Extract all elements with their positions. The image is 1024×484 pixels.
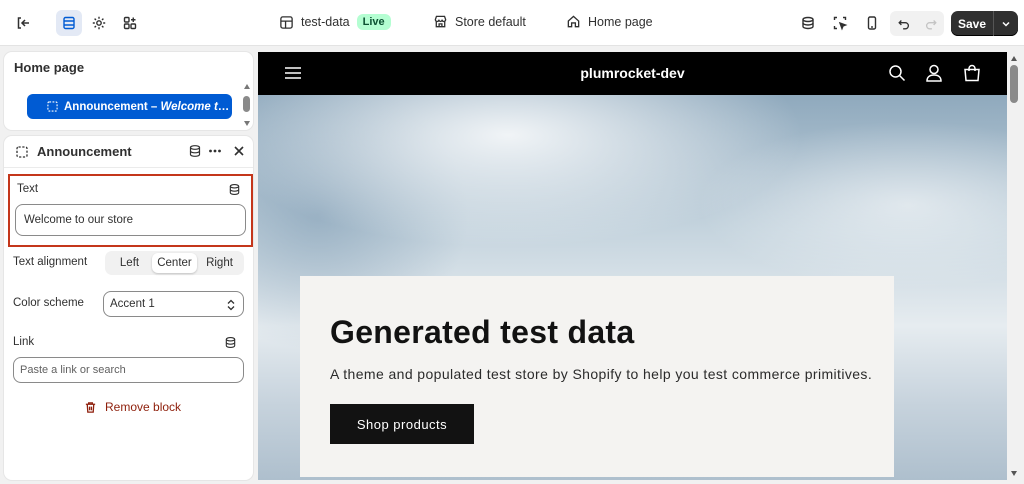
scroll-down-arrow[interactable] xyxy=(244,121,250,126)
hero-banner: Generated test data A theme and populate… xyxy=(258,95,1007,480)
sections-icon xyxy=(63,16,75,30)
store-header: plumrocket-dev xyxy=(258,52,1007,95)
cart-icon[interactable] xyxy=(963,64,981,82)
tree-item-label: Announcement – Welcome to o... xyxy=(64,101,232,113)
theme-settings-button[interactable] xyxy=(86,10,112,36)
app-embeds-button[interactable] xyxy=(117,10,143,36)
sections-button[interactable] xyxy=(56,10,82,36)
text-label: Text xyxy=(17,183,39,195)
account-icon[interactable] xyxy=(925,64,943,82)
hero-content-card: Generated test data A theme and populate… xyxy=(300,276,894,477)
text-input[interactable]: Welcome to our store xyxy=(15,204,246,236)
alignment-center-option[interactable]: Center xyxy=(152,253,197,273)
alignment-left-option[interactable]: Left xyxy=(107,253,152,273)
shop-products-button[interactable]: Shop products xyxy=(330,404,474,444)
layout-icon xyxy=(280,15,293,29)
link-input[interactable]: Paste a link or search xyxy=(13,357,244,383)
page-label: Home page xyxy=(588,14,653,29)
block-title: Announcement xyxy=(37,144,132,159)
alignment-segmented-control: Left Center Right xyxy=(105,251,244,275)
remove-block-button[interactable]: Remove block xyxy=(84,400,181,414)
color-scheme-value: Accent 1 xyxy=(110,298,155,310)
theme-name: test-data xyxy=(301,15,350,29)
color-scheme-label: Color scheme xyxy=(13,297,84,309)
alignment-label: Text alignment xyxy=(13,256,88,268)
link-label: Link xyxy=(13,336,35,348)
text-setting: Text Welcome to our store xyxy=(8,174,253,247)
select-element-button[interactable] xyxy=(827,10,853,36)
scroll-down-arrow[interactable] xyxy=(1011,471,1017,476)
settings-gear-icon xyxy=(92,16,106,30)
tree-item-prefix: Announcement – xyxy=(64,100,161,113)
save-button-group: Save xyxy=(951,11,1018,36)
dynamic-source-icon[interactable] xyxy=(224,336,237,349)
select-element-icon xyxy=(833,16,848,31)
tree-item-title: Welcome to o... xyxy=(160,100,232,113)
hero-title: Generated test data xyxy=(330,314,635,350)
scroll-up-arrow[interactable] xyxy=(1011,56,1017,61)
undo-icon xyxy=(897,19,909,29)
alignment-right-option[interactable]: Right xyxy=(197,253,242,273)
block-settings-header: Announcement xyxy=(4,136,253,168)
dynamic-source-icon[interactable] xyxy=(188,144,202,158)
mobile-preview-button[interactable] xyxy=(859,10,885,36)
redo-button[interactable] xyxy=(917,11,944,36)
select-arrows-icon xyxy=(227,299,235,311)
dynamic-source-icon[interactable] xyxy=(228,183,241,196)
exit-button[interactable] xyxy=(10,10,36,36)
home-icon xyxy=(567,15,580,28)
trash-icon xyxy=(85,401,96,413)
tree-item-announcement[interactable]: Announcement – Welcome to o... xyxy=(27,94,232,119)
inspector-icon xyxy=(802,16,814,30)
more-options-icon[interactable] xyxy=(208,144,222,158)
save-button[interactable]: Save xyxy=(951,11,994,36)
hero-text: A theme and populated test store by Shop… xyxy=(330,366,873,382)
mobile-preview-icon xyxy=(867,16,877,30)
exit-icon xyxy=(17,17,29,29)
save-options-button[interactable] xyxy=(994,11,1018,36)
store-context-selector[interactable]: Store default xyxy=(433,14,526,29)
scroll-thumb[interactable] xyxy=(1010,65,1018,103)
editor-topbar: test-data Live Store default Home page S… xyxy=(0,0,1024,46)
history-controls xyxy=(890,11,944,36)
section-tree-panel: Home page Announcement – Welcome to o... xyxy=(4,52,253,130)
apps-icon xyxy=(123,16,137,30)
preview-scrollbar[interactable] xyxy=(1008,52,1020,480)
store-icon xyxy=(434,15,447,28)
block-icon xyxy=(16,146,28,158)
store-context-label: Store default xyxy=(455,14,526,29)
page-selector[interactable]: Home page xyxy=(566,14,653,29)
inspector-button[interactable] xyxy=(795,10,821,36)
search-icon[interactable] xyxy=(888,64,906,82)
block-icon xyxy=(47,101,58,112)
remove-block-label: Remove block xyxy=(105,400,182,414)
close-icon[interactable] xyxy=(232,144,246,158)
storefront-preview: plumrocket-dev Generated test data A the… xyxy=(258,52,1007,480)
undo-button[interactable] xyxy=(890,11,917,36)
block-settings-panel: Announcement Text Welcome to our store T… xyxy=(4,136,253,480)
scroll-thumb[interactable] xyxy=(243,96,250,112)
scroll-up-arrow[interactable] xyxy=(244,84,250,89)
live-badge: Live xyxy=(356,14,391,30)
redo-icon xyxy=(925,19,937,29)
chevron-down-icon xyxy=(1002,21,1010,27)
panel-title: Home page xyxy=(14,60,85,75)
tree-scrollbar[interactable] xyxy=(243,82,251,128)
color-scheme-select[interactable]: Accent 1 xyxy=(103,291,244,317)
theme-selector[interactable]: test-data Live xyxy=(279,14,391,30)
